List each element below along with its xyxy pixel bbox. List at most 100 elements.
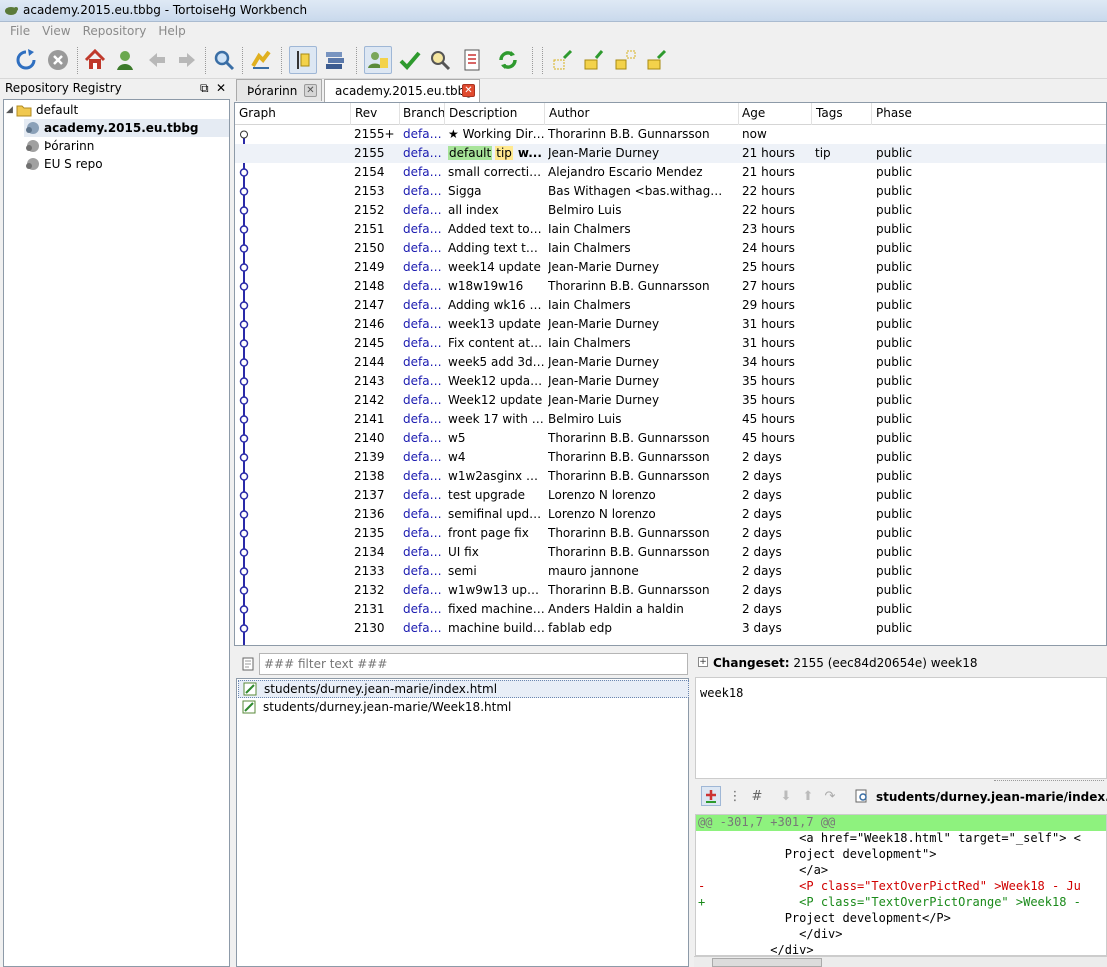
registry-item-eu-s-repo[interactable]: EU S repo [24,155,103,173]
table-row[interactable]: 2141 default week 17 with je... Belmiro Lui… [235,410,1106,429]
registry-item-thorarinn[interactable]: Þórarinn [24,137,94,155]
cell-tags: tip [815,146,831,160]
table-row[interactable]: 2133 default semi mauro jannone 2 days public [235,562,1106,581]
diff-mode-icon[interactable] [701,786,721,806]
table-row[interactable]: 2136 default semifinal update Lorenzo N lor… [235,505,1106,524]
table-row[interactable]: 2146 default week13 update Jean-Marie Durne… [235,315,1106,334]
list-item[interactable]: students/durney.jean-marie/Week18.html [238,698,689,716]
file-mode-icon[interactable]: ⋮ [725,786,745,806]
expand-icon[interactable]: + [698,657,708,667]
cell-age: 35 hours [742,393,795,407]
cell-description: Fix content attri... [448,336,545,350]
cell-phase: public [876,621,913,635]
synchronize-icon[interactable] [426,46,454,74]
redo-icon[interactable]: ↷ [820,786,840,806]
task-tabs-icon[interactable] [321,46,349,74]
revision-details-icon[interactable] [364,46,392,74]
cell-rev: 2154 [354,165,385,179]
cell-phase: public [876,564,913,578]
pull-icon[interactable] [580,46,608,74]
table-row[interactable]: 2155 default default tip w... Jean-Marie Durn… [235,144,1106,163]
col-age[interactable]: Age [742,106,765,120]
graph-columns-icon[interactable] [289,46,317,74]
menu-repository[interactable]: Repository [77,22,153,38]
push-icon[interactable] [643,46,671,74]
col-phase[interactable]: Phase [876,106,912,120]
table-row[interactable]: 2151 default Added text to fi... Iain Chalm… [235,220,1106,239]
col-graph[interactable]: Graph [239,106,276,120]
table-row[interactable]: 2153 default Sigga Bas Withagen <bas.withag… [235,182,1106,201]
cell-age: 35 hours [742,374,795,388]
goto-parent-icon[interactable] [111,46,139,74]
registry-item-academy[interactable]: academy.2015.eu.tbbg [24,119,229,137]
prev-diff-icon[interactable]: ⬆ [798,786,818,806]
find-in-file-icon[interactable] [852,786,872,806]
changeset-value: 2155 (eec84d20654e) week18 [793,656,978,670]
changeset-header: + Changeset: 2155 (eec84d20654e) week18 [694,653,1107,673]
table-row[interactable]: 2152 default all index Belmiro Luis 22 hours… [235,201,1106,220]
scrollbar-thumb[interactable] [712,958,822,967]
table-row[interactable]: 2155+ default ★ Working Dire... Thorarinn B… [235,125,1106,144]
cell-phase: public [876,469,913,483]
refresh-icon[interactable] [12,46,40,74]
cell-author: fablab edp [548,621,612,635]
sync-update-icon[interactable] [494,46,522,74]
table-row[interactable]: 2144 default week5 add 3d p... Jean-Marie D… [235,353,1106,372]
repo-icon [26,140,39,152]
manifest-icon[interactable] [458,46,486,74]
list-item[interactable]: students/durney.jean-marie/index.html [238,680,689,698]
table-row[interactable]: 2132 default w1w9w13 update Thorarinn B.B. … [235,581,1106,600]
table-row[interactable]: 2147 default Adding wk16 m... Iain Chalmers… [235,296,1106,315]
col-tags[interactable]: Tags [816,106,843,120]
cell-rev: 2132 [354,583,385,597]
table-row[interactable]: 2149 default week14 update Jean-Marie Durne… [235,258,1106,277]
search-icon[interactable] [210,46,238,74]
incoming-icon[interactable] [549,46,577,74]
menu-file[interactable]: File [0,22,36,38]
filter-input[interactable] [259,653,688,675]
col-rev[interactable]: Rev [355,106,377,120]
back-icon[interactable] [143,46,171,74]
menu-view[interactable]: View [36,22,76,38]
outgoing-icon[interactable] [611,46,639,74]
table-row[interactable]: 2145 default Fix content attri... Iain Chal… [235,334,1106,353]
table-row[interactable]: 2154 default small corrections Alejandro Es… [235,163,1106,182]
close-tab-icon[interactable]: ✕ [304,84,317,97]
menu-help[interactable]: Help [152,22,191,38]
cell-branch: default [403,222,445,236]
table-row[interactable]: 2148 default w18w19w16 Thorarinn B.B. Gunna… [235,277,1106,296]
home-icon[interactable] [81,46,109,74]
tab-academy[interactable]: academy.2015.eu.tbbg ✕ [324,79,480,102]
cell-author: Belmiro Luis [548,412,622,426]
table-row[interactable]: 2134 default UI fix Thorarinn B.B. Gunnarss… [235,543,1106,562]
stop-icon[interactable] [44,46,72,74]
table-row[interactable]: 2131 default fixed machine g... Anders Hald… [235,600,1106,619]
expand-arrow-icon[interactable]: ◢ [6,105,16,115]
close-icon[interactable]: ✕ [216,81,226,95]
table-row[interactable]: 2150 default Adding text to f... Iain Chalm… [235,239,1106,258]
col-author[interactable]: Author [549,106,589,120]
col-description[interactable]: Description [449,106,517,120]
table-row[interactable]: 2138 defaultw1w2asginx pageThorarinn B.B.… [235,467,1106,486]
horizontal-scrollbar[interactable] [694,956,1107,967]
table-row[interactable]: 2139 default w4 Thorarinn B.B. Gunnarsson 2 … [235,448,1106,467]
table-row[interactable]: 2130 default machine buildi... fablab edp 3 … [235,619,1106,638]
cell-description: Week12 update [448,393,543,407]
cell-description: Sigga [448,184,482,198]
commit-icon[interactable] [396,46,424,74]
close-tab-icon[interactable]: ✕ [462,84,475,97]
tab-thorarinn[interactable]: Þórarinn ✕ [236,79,322,101]
table-row[interactable]: 2135 default front page fix Thorarinn B.B. … [235,524,1106,543]
col-branch[interactable]: Branch [403,106,445,120]
undock-icon[interactable]: ⧉ [200,81,209,96]
load-all-icon[interactable] [247,46,275,74]
registry-group-default[interactable]: ◢ default [6,101,78,119]
table-row[interactable]: 2143 default Week12 update2 Jean-Marie Durn… [235,372,1106,391]
table-row[interactable]: 2142 default Week12 update Jean-Marie Durne… [235,391,1106,410]
next-diff-icon[interactable]: ⬇ [776,786,796,806]
annotate-mode-icon[interactable]: # [747,786,767,806]
table-row[interactable]: 2140 default w5 Thorarinn B.B. Gunnarsson 45… [235,429,1106,448]
cell-age: 34 hours [742,355,795,369]
table-row[interactable]: 2137 default test upgrade Lorenzo N lorenzo… [235,486,1106,505]
forward-icon[interactable] [173,46,201,74]
